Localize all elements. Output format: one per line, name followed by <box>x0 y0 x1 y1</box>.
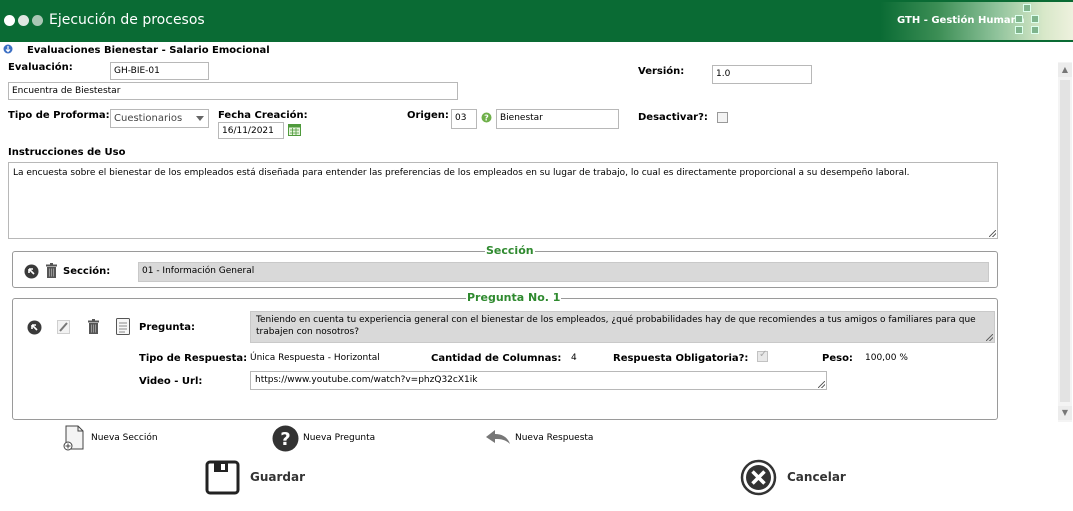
tipo-proforma-select[interactable]: Cuestionarios <box>110 109 209 128</box>
edit-pencil-icon[interactable] <box>57 320 71 334</box>
new-section-icon[interactable] <box>63 425 85 451</box>
form-heading: Evaluaciones Bienestar - Salario Emocion… <box>27 45 270 56</box>
resize-handle-icon[interactable] <box>818 381 825 388</box>
svg-text:?: ? <box>280 429 290 450</box>
origen-code-input[interactable]: 03 <box>451 109 477 129</box>
tipo-proforma-value: Cuestionarios <box>114 113 183 124</box>
calendar-icon[interactable] <box>288 124 301 136</box>
obligatoria-label: Respuesta Obligatoria?: <box>613 353 749 364</box>
fecha-creacion-input[interactable]: 16/11/2021 <box>218 122 284 139</box>
cantidad-columnas-value: 4 <box>571 353 577 363</box>
origen-label: Origen: <box>407 110 449 121</box>
app-title: Ejecución de procesos <box>49 12 205 28</box>
resize-handle-icon[interactable] <box>989 230 996 237</box>
origen-name-input[interactable]: Bienestar <box>496 109 619 129</box>
cantidad-columnas-label: Cantidad de Columnas: <box>431 353 562 364</box>
tipo-proforma-label: Tipo de Proforma: <box>8 110 110 121</box>
help-question-icon[interactable]: ? <box>272 425 299 452</box>
instrucciones-textarea[interactable]: La encuesta sobre el bienestar de los em… <box>8 162 998 239</box>
dot-icon <box>18 15 29 26</box>
info-down-icon[interactable] <box>3 44 13 54</box>
pregunta-legend: Pregunta No. 1 <box>466 291 562 304</box>
video-url-input[interactable]: https://www.youtube.com/watch?v=phzQ32cX… <box>250 371 827 390</box>
cancel-x-icon[interactable] <box>740 459 777 496</box>
instrucciones-text: La encuesta sobre el bienestar de los em… <box>13 168 910 178</box>
save-floppy-icon[interactable] <box>205 460 240 495</box>
nueva-seccion-link[interactable]: Nueva Sección <box>91 433 158 443</box>
seccion-legend: Sección <box>485 244 535 257</box>
save-button[interactable]: Guardar <box>250 470 305 484</box>
document-icon[interactable] <box>116 318 130 335</box>
seccion-label: Sección: <box>63 266 111 277</box>
pregunta-label: Pregunta: <box>139 322 195 333</box>
resize-handle-icon[interactable] <box>986 334 993 341</box>
help-icon[interactable]: ? <box>481 112 492 123</box>
scroll-up-arrow-icon[interactable]: ▲ <box>1058 63 1072 77</box>
scrollbar-thumb[interactable] <box>1060 80 1070 402</box>
brand-name: GTH - Gestión Humana <box>897 15 1025 26</box>
trash-icon[interactable] <box>45 263 58 278</box>
peso-value: 100,00 % <box>865 353 908 363</box>
nueva-respuesta-link[interactable]: Nueva Respuesta <box>515 433 593 443</box>
obligatoria-checkbox[interactable]: ✓ <box>757 349 768 362</box>
pregunta-textarea[interactable]: Teniendo en cuenta tu experiencia genera… <box>250 311 995 343</box>
pregunta-text: Teniendo en cuenta tu experiencia genera… <box>256 315 976 337</box>
tipo-respuesta-label: Tipo de Respuesta: <box>139 353 248 364</box>
checkmark-icon: ✓ <box>759 349 768 360</box>
back-arrow-icon[interactable] <box>27 320 42 335</box>
fecha-creacion-label: Fecha Creación: <box>218 110 308 121</box>
instrucciones-label: Instrucciones de Uso <box>8 147 126 158</box>
peso-label: Peso: <box>822 353 853 364</box>
desactivar-label: Desactivar?: <box>638 112 708 123</box>
window-dots <box>4 15 43 26</box>
cancel-button[interactable]: Cancelar <box>787 470 846 484</box>
back-arrow-icon[interactable] <box>24 264 39 279</box>
scroll-down-arrow-icon[interactable]: ▼ <box>1058 406 1072 420</box>
svg-text:?: ? <box>484 114 489 123</box>
dot-icon <box>32 15 43 26</box>
nueva-pregunta-link[interactable]: Nueva Pregunta <box>303 433 375 443</box>
evaluacion-code-input[interactable]: GH-BIE-01 <box>110 62 209 80</box>
version-label: Versión: <box>638 66 685 77</box>
tipo-respuesta-value: Única Respuesta - Horizontal <box>250 353 380 363</box>
chevron-down-icon[interactable] <box>196 116 204 121</box>
evaluacion-name-input[interactable]: Encuentra de Biestestar <box>8 82 458 100</box>
evaluacion-label: Evaluación: <box>8 62 73 73</box>
reply-arrow-icon[interactable] <box>485 429 511 445</box>
dot-icon <box>4 15 15 26</box>
seccion-input[interactable]: 01 - Información General <box>138 262 989 282</box>
trash-icon[interactable] <box>87 319 100 334</box>
people-logo-icon <box>1013 4 1043 36</box>
video-url-text: https://www.youtube.com/watch?v=phzQ32cX… <box>255 375 478 385</box>
version-input[interactable]: 1.0 <box>712 65 812 84</box>
desactivar-checkbox[interactable] <box>717 112 728 123</box>
video-url-label: Video - Url: <box>139 376 203 387</box>
